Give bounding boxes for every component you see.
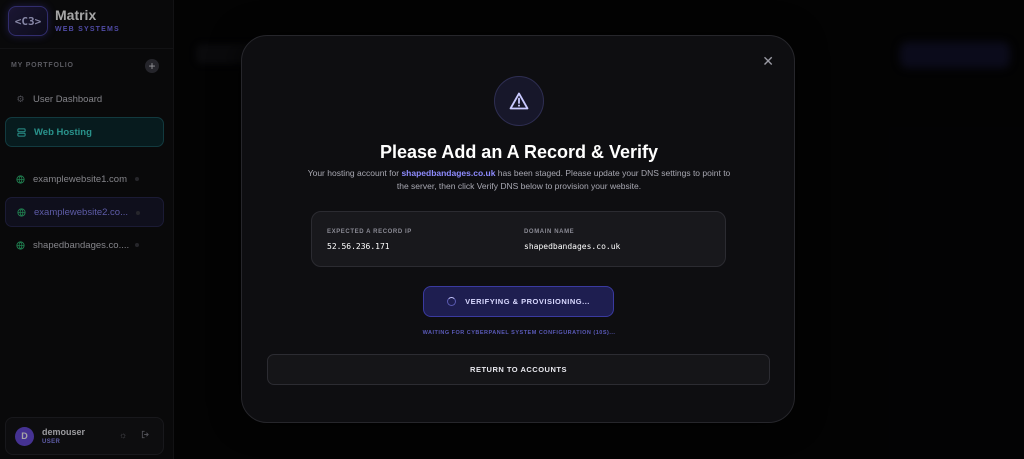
return-to-accounts-button[interactable]: RETURN TO ACCOUNTS (267, 354, 770, 385)
dns-verify-modal: ✕ Please Add an A Record & Verify Your h… (241, 35, 795, 423)
domain-label: DOMAIN NAME (524, 229, 575, 235)
warning-icon (509, 92, 529, 110)
ip-label: EXPECTED A RECORD IP (327, 229, 412, 235)
warning-badge (494, 76, 544, 126)
spinner-icon (447, 297, 457, 306)
modal-title: Please Add an A Record & Verify (379, 142, 659, 162)
ip-value: 52.56.236.171 (327, 242, 390, 251)
desc-domain: shapedbandages.co.uk (401, 168, 496, 178)
domain-value: shapedbandages.co.uk (524, 242, 621, 251)
desc-prefix: Your hosting account for (307, 168, 402, 178)
waiting-status: WAITING FOR CYBERPANEL SYSTEM CONFIGURAT… (422, 330, 616, 336)
modal-description: Your hosting account for shapedbandages.… (304, 167, 734, 193)
close-icon[interactable]: ✕ (762, 54, 774, 68)
verify-button-label: VERIFYING & PROVISIONING... (465, 297, 590, 306)
verify-dns-button[interactable]: VERIFYING & PROVISIONING... (423, 286, 614, 317)
dns-info-box: EXPECTED A RECORD IP 52.56.236.171 DOMAI… (311, 211, 726, 267)
